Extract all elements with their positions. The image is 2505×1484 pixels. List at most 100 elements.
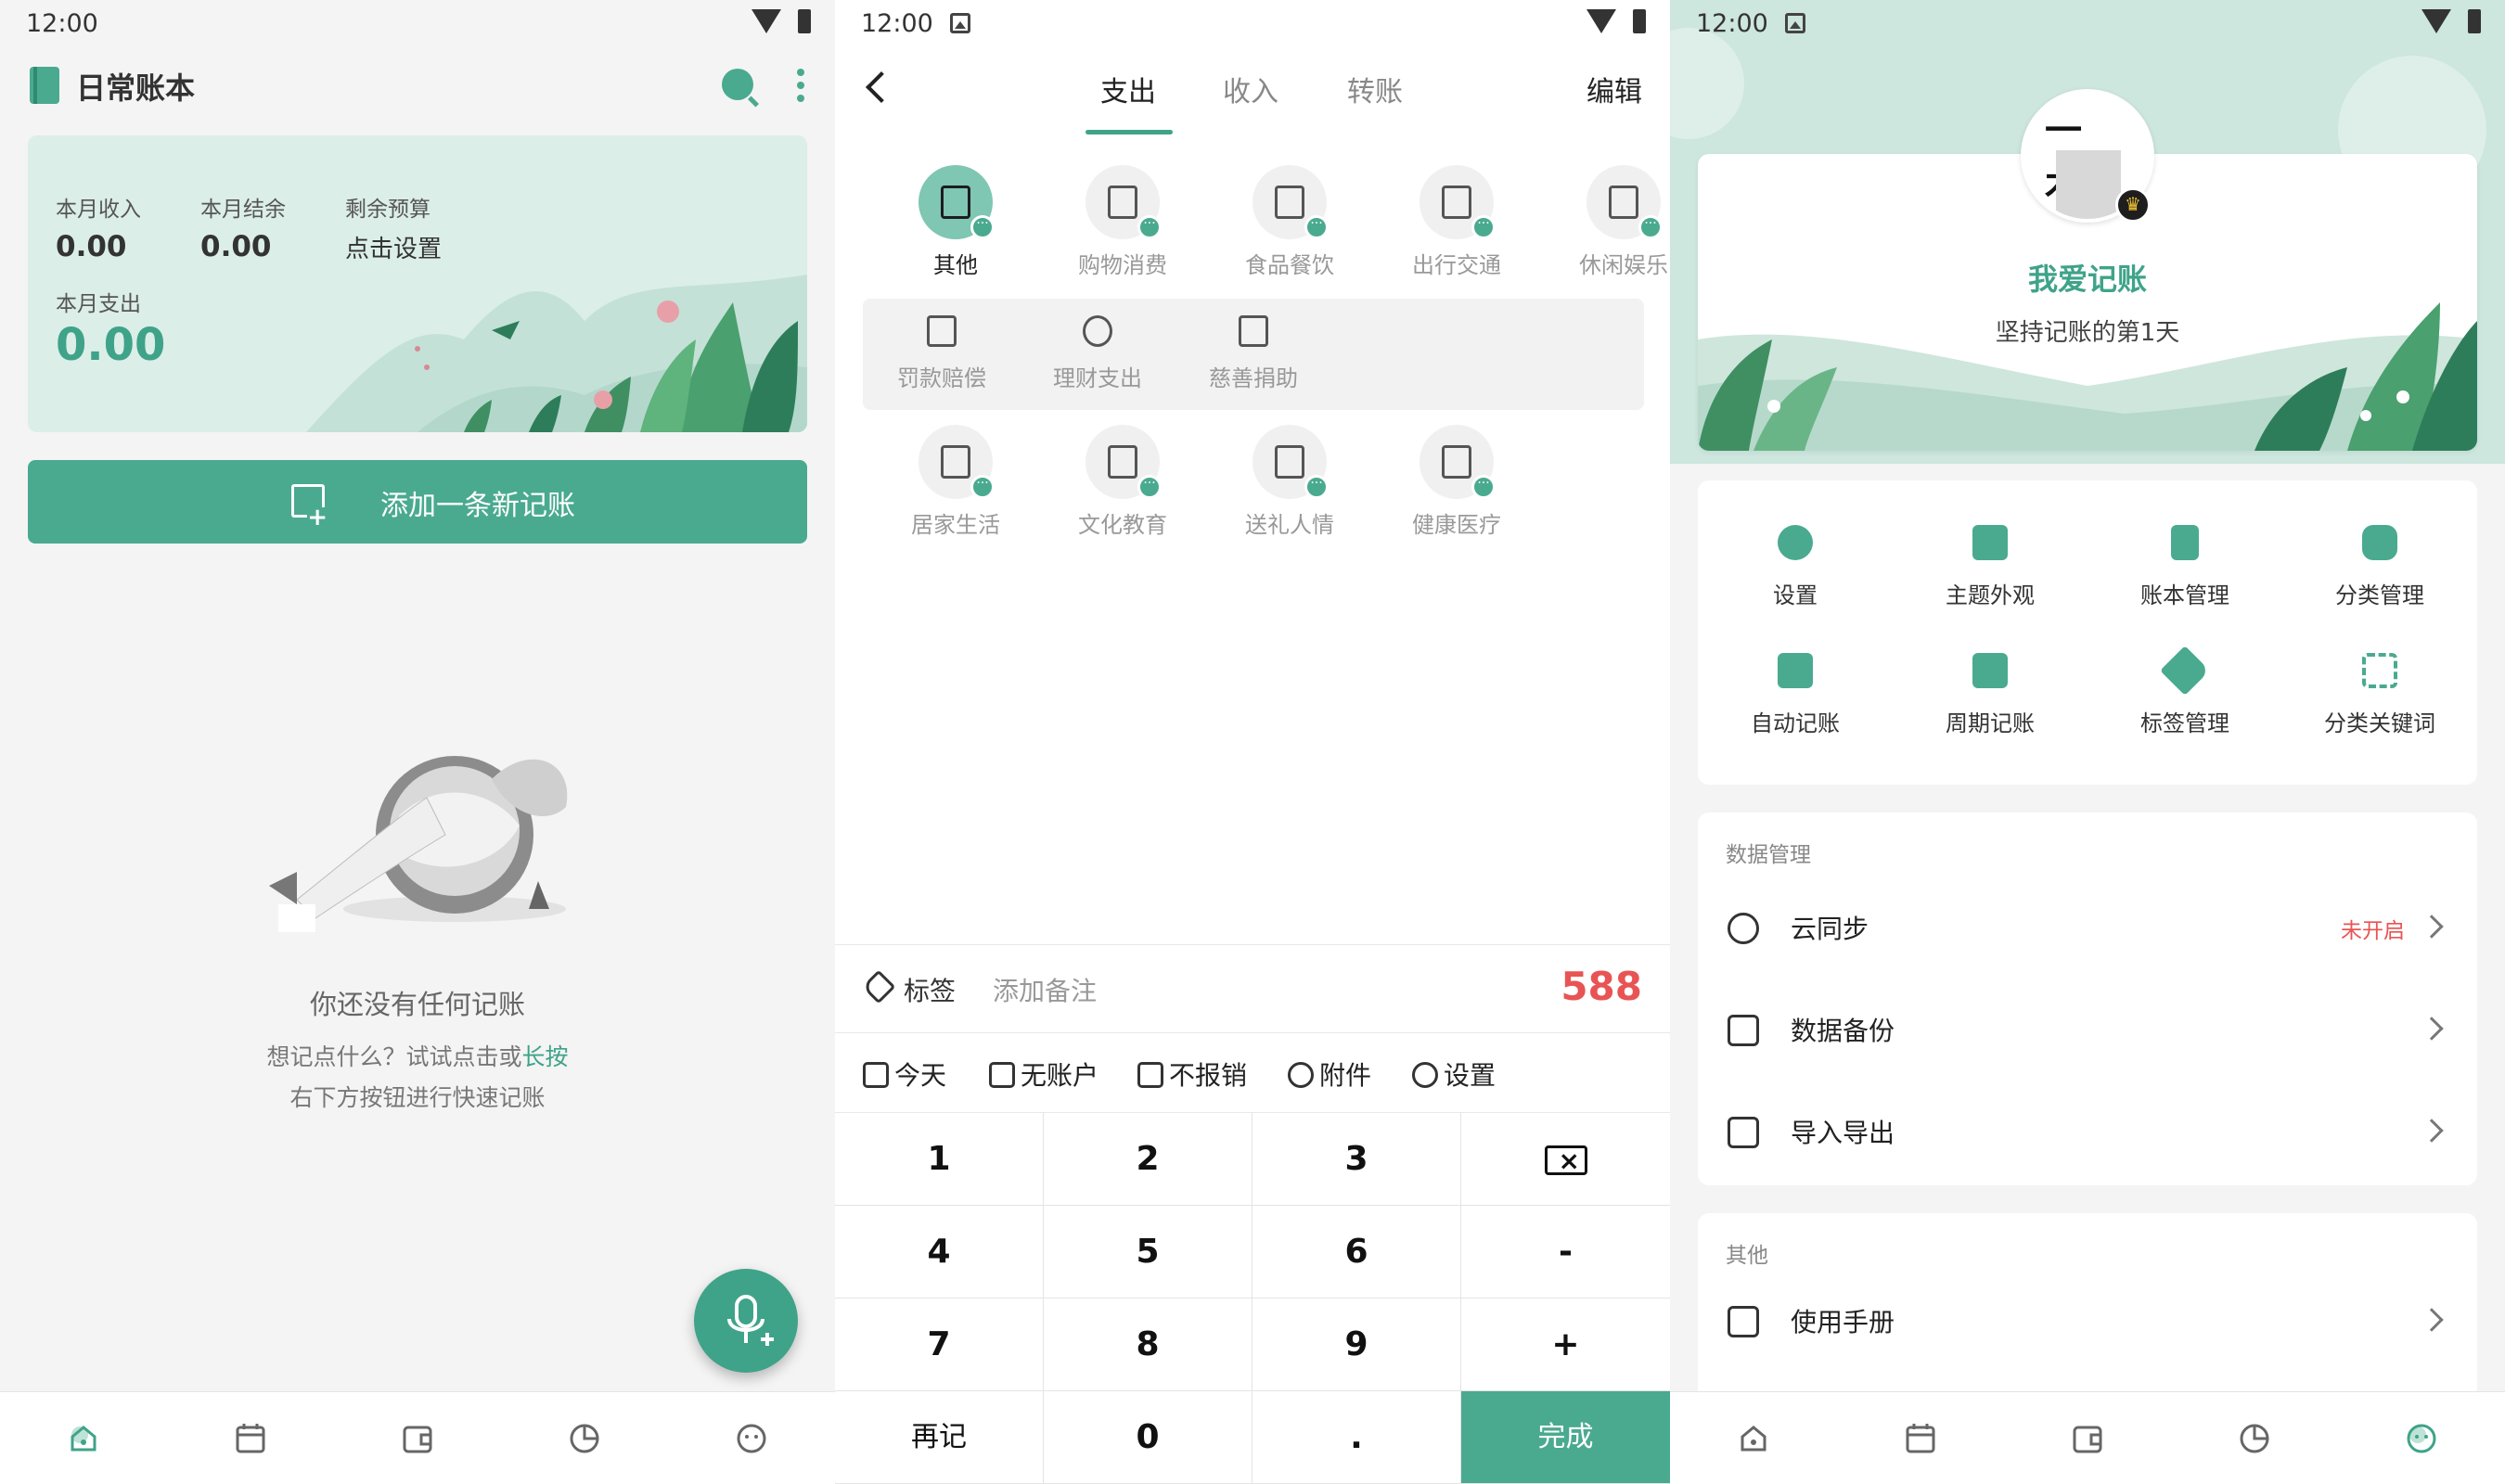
record-options-bar: 今天 无账户 不报销 附件 设置 (835, 1033, 1670, 1113)
building-image (2056, 150, 2121, 219)
key-2[interactable]: 2 (1044, 1113, 1252, 1206)
key-minus[interactable]: - (1461, 1206, 1670, 1298)
calendar-grid-icon (1972, 653, 2008, 688)
search-icon[interactable] (722, 69, 753, 100)
category-home[interactable]: ··· 居家生活 (872, 425, 1039, 539)
home-header: 日常账本 (0, 58, 835, 113)
calendar-icon[interactable] (1902, 1420, 1939, 1457)
date-option[interactable]: 今天 (863, 1055, 946, 1093)
key-5[interactable]: 5 (1044, 1206, 1252, 1298)
shopping-bag-icon (1108, 186, 1137, 219)
balance-value: 0.00 (200, 230, 272, 263)
tab-income[interactable]: 收入 (1223, 69, 1278, 109)
profile-icon[interactable] (733, 1420, 770, 1457)
category-transport[interactable]: ··· 出行交通 (1373, 165, 1540, 279)
note-input[interactable]: 添加备注 (993, 971, 1097, 1008)
category-leisure[interactable]: ··· 休闲娱乐 (1540, 165, 1670, 279)
key-6[interactable]: 6 (1252, 1206, 1461, 1298)
subcategory-investment[interactable]: 理财支出 (1019, 315, 1176, 392)
add-record-label: 添加一条新记账 (380, 490, 575, 522)
key-plus[interactable]: + (1461, 1298, 1670, 1391)
edit-button[interactable]: 编辑 (1586, 69, 1642, 109)
category-gift[interactable]: ··· 送礼人情 (1206, 425, 1373, 539)
row-import-export[interactable]: 导入导出 (1698, 1081, 2477, 1183)
tag-button[interactable]: 标签 (904, 971, 956, 1008)
backspace-icon (1544, 1115, 1587, 1208)
category-other[interactable]: ··· 其他 (872, 165, 1039, 279)
profile-icon[interactable] (2403, 1420, 2440, 1457)
budget-set-link[interactable]: 点击设置 (345, 230, 442, 264)
more-icon[interactable] (787, 63, 815, 108)
grid-label: 自动记账 (1751, 710, 1840, 736)
tag-icon[interactable] (861, 969, 896, 1004)
subcategory-charity[interactable]: 慈善捐助 (1175, 315, 1332, 392)
grid-settings[interactable]: 设置 (1698, 525, 1893, 609)
user-name[interactable]: 我爱记账 (1670, 256, 2505, 299)
calendar-icon[interactable] (232, 1420, 269, 1457)
key-1[interactable]: 1 (835, 1113, 1044, 1206)
row-manual[interactable]: 使用手册 (1698, 1271, 2477, 1373)
done-key[interactable]: 完成 (1461, 1391, 1670, 1484)
scan-chat-icon (2362, 653, 2397, 688)
expense-value: 0.00 (56, 319, 166, 371)
budget-label: 剩余预算 (345, 198, 430, 222)
subcategory-label: 理财支出 (1053, 365, 1142, 391)
settings-option[interactable]: 设置 (1412, 1055, 1496, 1093)
chart-icon[interactable] (2236, 1420, 2273, 1457)
back-icon[interactable] (866, 71, 897, 103)
category-education[interactable]: ··· 文化教育 (1039, 425, 1206, 539)
income-label: 本月收入 (56, 198, 141, 222)
category-health[interactable]: ··· 健康医疗 (1373, 425, 1540, 539)
wallet-icon[interactable] (2069, 1420, 2106, 1457)
row-backup[interactable]: 数据备份 (1698, 979, 2477, 1081)
row-cloud-sync[interactable]: 云同步 未开启 (1698, 877, 2477, 979)
key-7[interactable]: 7 (835, 1298, 1044, 1391)
backspace-key[interactable] (1461, 1113, 1670, 1208)
key-dot[interactable]: . (1252, 1391, 1461, 1484)
grid-theme[interactable]: 主题外观 (1893, 525, 2088, 609)
more-dots-icon: ··· (1304, 475, 1329, 499)
subcategory-fine[interactable]: 罚款赔偿 (863, 315, 1021, 392)
grid-label: 标签管理 (2140, 710, 2229, 736)
month-summary-card[interactable]: 本月收入 0.00 本月结余 0.00 剩余预算 点击设置 本月支出 0.00 (28, 135, 807, 432)
grid-periodic[interactable]: 周期记账 (1893, 653, 2088, 737)
option-label: 不报销 (1169, 1060, 1248, 1091)
archive-icon (927, 315, 957, 347)
grid-tags[interactable]: 标签管理 (2088, 646, 2282, 737)
tab-expense[interactable]: 支出 (1100, 69, 1156, 109)
chart-icon[interactable] (566, 1420, 603, 1457)
bottom-nav (0, 1391, 835, 1484)
grid-category[interactable]: 分类管理 (2282, 525, 2477, 609)
more-dots-icon: ··· (1471, 475, 1496, 499)
key-9[interactable]: 9 (1252, 1298, 1461, 1391)
attachment-option[interactable]: 附件 (1288, 1055, 1371, 1093)
grid-auto-record[interactable]: 自动记账 (1698, 653, 1893, 737)
record-again-key[interactable]: 再记 (835, 1391, 1044, 1484)
cutlery-icon (1275, 186, 1304, 219)
option-label: 设置 (1444, 1060, 1497, 1091)
remaining-budget[interactable]: 剩余预算 点击设置 (345, 191, 442, 264)
key-4[interactable]: 4 (835, 1206, 1044, 1298)
wallet-icon[interactable] (399, 1420, 436, 1457)
home-icon[interactable] (1735, 1420, 1772, 1457)
key-0[interactable]: 0 (1044, 1391, 1252, 1484)
ledger-title[interactable]: 日常账本 (76, 65, 195, 108)
battery-icon (798, 9, 811, 33)
grid-ledger[interactable]: 账本管理 (2088, 525, 2282, 609)
home-icon[interactable] (65, 1420, 102, 1457)
add-record-button[interactable]: 添加一条新记账 (28, 460, 807, 544)
reimburse-option[interactable]: 不报销 (1137, 1055, 1247, 1093)
category-label: 出行交通 (1412, 252, 1501, 278)
active-tab-indicator (1086, 130, 1173, 134)
category-food[interactable]: ··· 食品餐饮 (1206, 165, 1373, 279)
voice-add-button[interactable] (694, 1269, 798, 1373)
option-label: 无账户 (1021, 1060, 1099, 1091)
grid-keywords[interactable]: 分类关键词 (2282, 653, 2477, 737)
key-8[interactable]: 8 (1044, 1298, 1252, 1391)
tab-transfer[interactable]: 转账 (1347, 69, 1403, 109)
key-3[interactable]: 3 (1252, 1113, 1461, 1206)
status-time: 12:00 (1696, 9, 1768, 38)
grid-label: 分类管理 (2335, 582, 2424, 608)
account-option[interactable]: 无账户 (989, 1055, 1098, 1093)
category-shopping[interactable]: ··· 购物消费 (1039, 165, 1206, 279)
